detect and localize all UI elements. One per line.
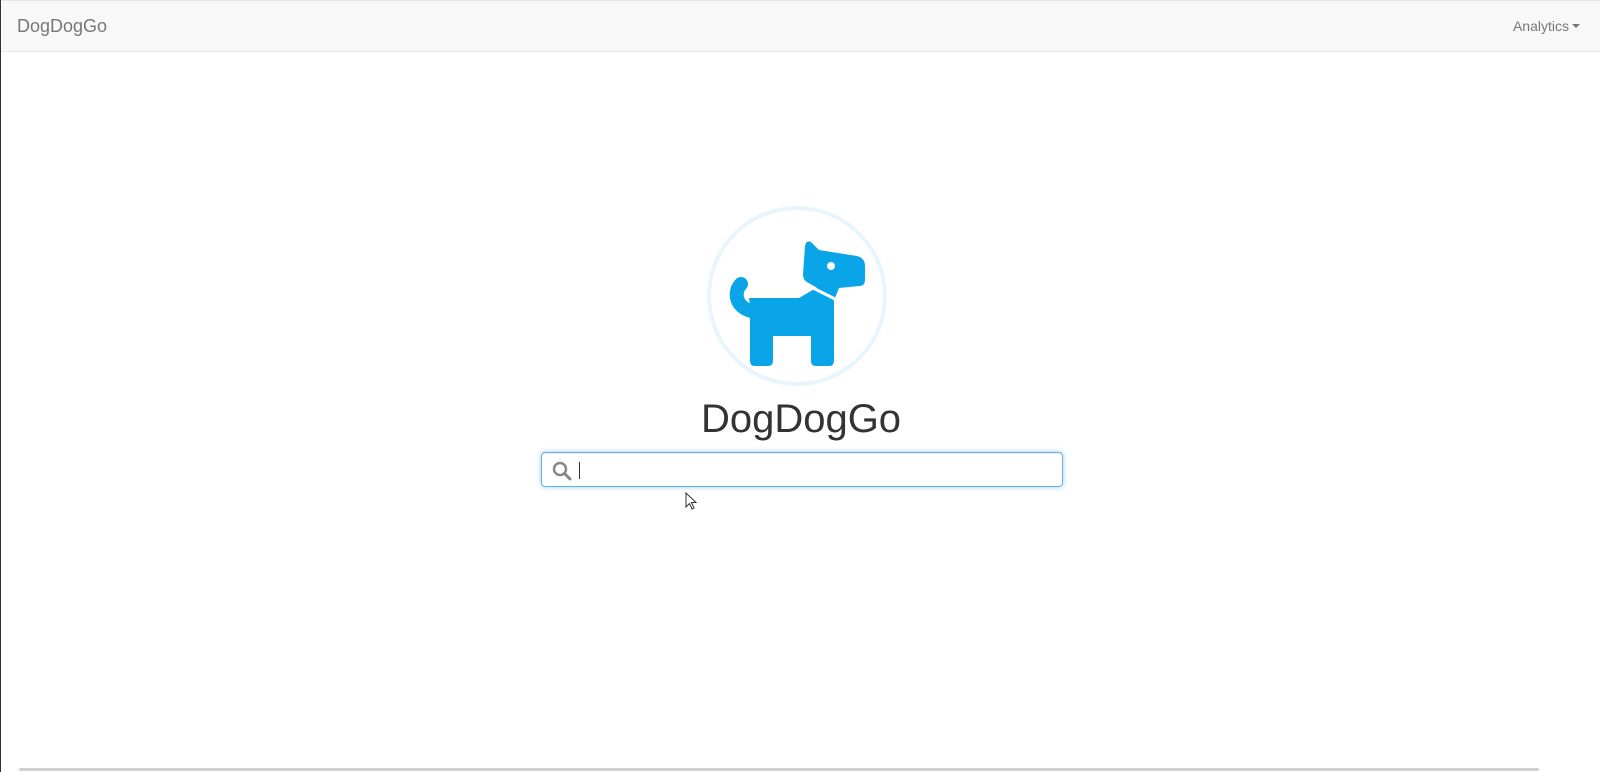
mouse-pointer-icon [685, 492, 698, 510]
page: DogDogGo Analytics DogDogGo [0, 0, 1600, 772]
navbar-brand-link[interactable]: DogDogGo [17, 15, 107, 37]
navbar: DogDogGo Analytics [1, 0, 1600, 52]
analytics-dropdown-label: Analytics [1512, 18, 1569, 34]
search-icon [552, 461, 572, 481]
search-box[interactable] [541, 452, 1064, 487]
search-input[interactable] [576, 453, 1064, 486]
dog-icon [729, 241, 865, 366]
site-title: DogDogGo [700, 397, 902, 441]
caret-down-icon [1572, 24, 1580, 28]
logo [707, 206, 895, 394]
horizontal-scrollbar[interactable] [19, 768, 1539, 771]
analytics-dropdown[interactable]: Analytics [1513, 17, 1580, 35]
text-caret [579, 462, 580, 479]
